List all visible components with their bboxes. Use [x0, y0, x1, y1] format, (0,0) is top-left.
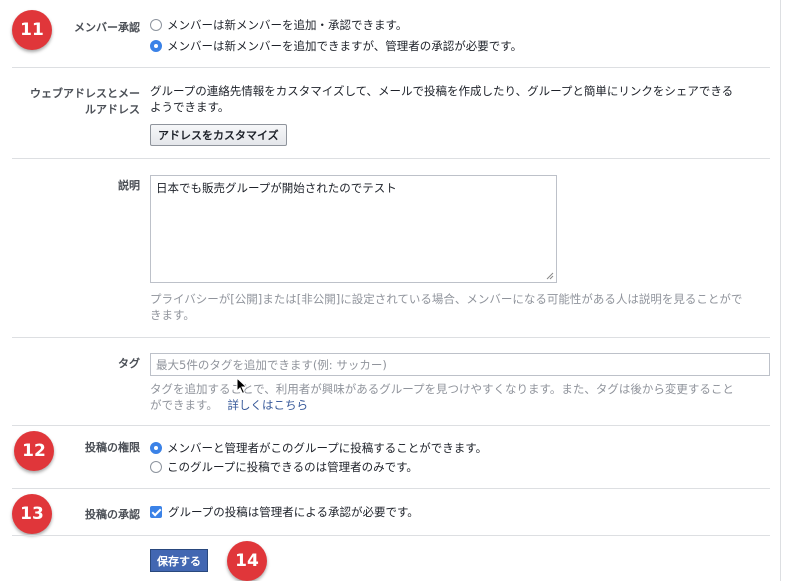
member-approval-label: メンバー承認: [74, 21, 140, 34]
option-text: メンバーは新メンバーを追加できますが、管理者の承認が必要です。: [167, 39, 523, 53]
save-button[interactable]: 保存する: [150, 549, 208, 572]
description-textarea[interactable]: 日本でも販売グループが開始されたのでテスト: [150, 175, 557, 283]
mouse-cursor-icon: [236, 377, 248, 395]
checkbox-checked-icon[interactable]: [150, 506, 162, 518]
option-text: メンバーは新メンバーを追加・承認できます。: [167, 18, 408, 32]
option-text: このグループに投稿できるのは管理者のみです。: [167, 460, 418, 474]
section-divider: [12, 158, 770, 159]
customize-address-button[interactable]: アドレスをカスタマイズ: [150, 124, 287, 146]
section-divider: [12, 67, 770, 68]
checkbox-text: グループの投稿は管理者による承認が必要です。: [168, 505, 419, 519]
description-helper-text: プライバシーが[公開]または[非公開]に設定されている場合、メンバーになる可能性…: [150, 291, 775, 323]
description-label: 説明: [118, 179, 140, 192]
resize-handle-icon[interactable]: [546, 272, 554, 280]
section-divider: [12, 337, 770, 338]
section-divider: [12, 488, 770, 489]
description-helper-line1: プライバシーが[公開]または[非公開]に設定されている場合、メンバーになる可能性…: [150, 292, 743, 306]
page-right-border: [780, 0, 781, 581]
tags-helper-line2: ができます。 詳しくはこちら: [150, 397, 775, 413]
posting-option-members-and-admins[interactable]: メンバーと管理者がこのグループに投稿することができます。: [150, 439, 487, 457]
web-address-description-line2: ようできます。: [150, 100, 230, 114]
web-address-label: ウェブアドレスとメー ルアドレス: [10, 86, 140, 118]
section-divider: [12, 535, 770, 536]
step-badge-14: 14: [227, 541, 267, 581]
radio-button-icon[interactable]: [150, 19, 162, 31]
web-address-description-line1: グループの連絡先情報をカスタマイズして、メールで投稿を作成したり、グループと簡単…: [150, 84, 734, 98]
radio-button-icon[interactable]: [150, 461, 162, 473]
tags-input-placeholder: 最大5件のタグを追加できます(例: サッカー): [156, 357, 387, 372]
description-text: 日本でも販売グループが開始されたのでテスト: [156, 181, 397, 195]
learn-more-link[interactable]: 詳しくはこちら: [228, 398, 309, 412]
option-text: メンバーと管理者がこのグループに投稿することができます。: [167, 441, 488, 455]
member-approval-option-add-approve[interactable]: メンバーは新メンバーを追加・承認できます。: [150, 16, 407, 34]
web-address-description: グループの連絡先情報をカスタマイズして、メールで投稿を作成したり、グループと簡単…: [150, 83, 775, 115]
tags-helper-line2-text: ができます。: [150, 398, 218, 412]
radio-button-selected-icon[interactable]: [150, 40, 162, 52]
web-address-label-line2: ルアドレス: [85, 103, 140, 116]
post-approval-checkbox-row[interactable]: グループの投稿は管理者による承認が必要です。: [150, 503, 419, 521]
posting-option-admins-only[interactable]: このグループに投稿できるのは管理者のみです。: [150, 458, 418, 476]
post-approval-label: 投稿の承認: [85, 508, 140, 521]
tags-input[interactable]: 最大5件のタグを追加できます(例: サッカー): [150, 353, 770, 376]
tags-label: タグ: [118, 357, 140, 370]
description-helper-line2: きます。: [150, 308, 195, 322]
member-approval-option-admin-approval[interactable]: メンバーは新メンバーを追加できますが、管理者の承認が必要です。: [150, 37, 522, 55]
radio-button-selected-icon[interactable]: [150, 442, 162, 454]
posting-permissions-label: 投稿の権限: [85, 441, 140, 454]
section-divider: [12, 425, 770, 426]
web-address-label-line1: ウェブアドレスとメー: [30, 87, 140, 100]
